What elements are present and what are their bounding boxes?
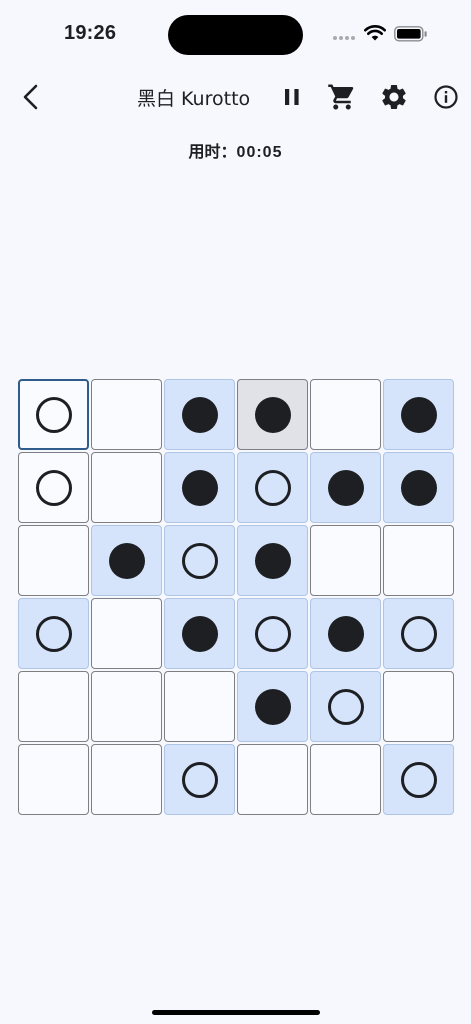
- board-cell[interactable]: [18, 452, 89, 523]
- black-stone-icon: [108, 542, 145, 579]
- board-cell[interactable]: [18, 744, 89, 815]
- board-cell[interactable]: [237, 671, 308, 742]
- dynamic-island: [168, 15, 303, 55]
- board-cell[interactable]: [237, 525, 308, 596]
- board-cell[interactable]: [237, 598, 308, 669]
- board-cell[interactable]: [18, 379, 89, 450]
- white-stone-icon: [35, 615, 72, 652]
- black-stone-icon: [254, 688, 291, 725]
- back-button[interactable]: [16, 80, 48, 114]
- board-cell[interactable]: [91, 452, 162, 523]
- board-cell[interactable]: [18, 598, 89, 669]
- settings-icon: [382, 85, 406, 109]
- black-stone-icon: [181, 396, 218, 433]
- cart-icon: [328, 84, 354, 110]
- board-cell[interactable]: [91, 744, 162, 815]
- board-cell[interactable]: [310, 744, 381, 815]
- black-stone-icon: [327, 615, 364, 652]
- black-stone-icon: [254, 542, 291, 579]
- info-icon: [434, 85, 458, 109]
- board-cell[interactable]: [237, 744, 308, 815]
- board-cell[interactable]: [310, 525, 381, 596]
- board-cell[interactable]: [383, 452, 454, 523]
- board-cell[interactable]: [383, 744, 454, 815]
- board-cell[interactable]: [310, 598, 381, 669]
- board-cell[interactable]: [91, 525, 162, 596]
- black-stone-icon: [181, 469, 218, 506]
- white-stone-icon: [181, 542, 218, 579]
- board-cell[interactable]: [310, 452, 381, 523]
- wifi-icon: [364, 25, 386, 41]
- black-stone-icon: [181, 615, 218, 652]
- board-cell[interactable]: [310, 671, 381, 742]
- board-cell[interactable]: [91, 671, 162, 742]
- board-cell[interactable]: [91, 598, 162, 669]
- pause-icon: [285, 89, 299, 105]
- board-cell[interactable]: [164, 452, 235, 523]
- board-cell[interactable]: [383, 525, 454, 596]
- white-stone-icon: [254, 469, 291, 506]
- board-cell[interactable]: [383, 671, 454, 742]
- screen: 19:26 黑白 Kurotto 用时：00:05: [0, 0, 471, 1024]
- board-cell[interactable]: [164, 525, 235, 596]
- board-cell[interactable]: [18, 671, 89, 742]
- white-stone-icon: [181, 761, 218, 798]
- board-cell[interactable]: [164, 379, 235, 450]
- white-stone-icon: [35, 396, 72, 433]
- shop-button[interactable]: [327, 82, 357, 112]
- board-cell[interactable]: [310, 379, 381, 450]
- board-cell[interactable]: [383, 598, 454, 669]
- black-stone-icon: [400, 396, 437, 433]
- black-stone-icon: [400, 469, 437, 506]
- board-cell[interactable]: [91, 379, 162, 450]
- timer-value: 00:05: [236, 144, 283, 161]
- black-stone-icon: [327, 469, 364, 506]
- settings-button[interactable]: [379, 82, 409, 112]
- board-cell[interactable]: [237, 379, 308, 450]
- timer-label: 用时：: [188, 142, 237, 161]
- elapsed-timer: 用时：00:05: [0, 138, 471, 162]
- white-stone-icon: [327, 688, 364, 725]
- home-indicator: [152, 1010, 320, 1015]
- battery-icon: [394, 26, 427, 42]
- status-time: 19:26: [64, 22, 117, 44]
- back-icon: [23, 84, 38, 110]
- board-cell[interactable]: [383, 379, 454, 450]
- board-cell[interactable]: [237, 452, 308, 523]
- page-title: 黑白 Kurotto: [137, 88, 251, 110]
- board-cell[interactable]: [164, 671, 235, 742]
- white-stone-icon: [400, 761, 437, 798]
- cellular-signal-icon: [333, 36, 355, 40]
- pause-button[interactable]: [277, 82, 307, 112]
- white-stone-icon: [400, 615, 437, 652]
- puzzle-board: [18, 379, 454, 815]
- board-cell[interactable]: [164, 744, 235, 815]
- white-stone-icon: [254, 615, 291, 652]
- black-stone-icon: [254, 396, 291, 433]
- board-cell[interactable]: [164, 598, 235, 669]
- board-cell[interactable]: [18, 525, 89, 596]
- white-stone-icon: [35, 469, 72, 506]
- info-button[interactable]: [431, 82, 461, 112]
